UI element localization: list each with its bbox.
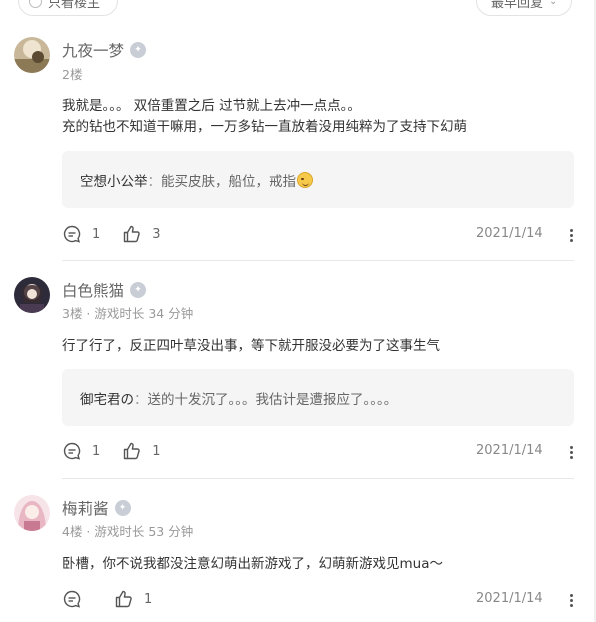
username[interactable]: 九夜一梦 ✦ xyxy=(62,39,147,61)
more-vertical-icon[interactable] xyxy=(566,444,576,461)
like-count: 3 xyxy=(152,226,161,242)
sub-reply[interactable]: 空想小公举 ： 能买皮肤，船位，戒指 xyxy=(62,151,574,208)
filter-bar: 只看楼主 最早回复 ⌄ xyxy=(0,0,596,18)
action-bar: 1 2021/1/14 xyxy=(62,589,582,609)
chevron-down-icon: ⌄ xyxy=(549,0,558,7)
only-op-label: 只看楼主 xyxy=(48,0,101,11)
comment-divider xyxy=(62,478,574,479)
floor-meta: 2楼 xyxy=(62,67,83,82)
sort-label: 最早回复 xyxy=(491,0,544,11)
comment-bubble-icon xyxy=(63,442,81,460)
floor-meta: 3楼 · 游戏时长 34 分钟 xyxy=(62,306,194,321)
comment-line: 充的钻也不知道干嘛用，一万多钻一直放着没用纯粹为了支持下幻萌 xyxy=(62,119,467,135)
action-bar: 1 3 2021/1/14 xyxy=(62,224,582,244)
comment-bubble-icon xyxy=(63,225,81,243)
comment-line: 卧槽，你不说我都没注意幻萌出新游戏了，幻萌新游戏见mua～ xyxy=(62,556,443,572)
thumbs-up-icon xyxy=(115,590,132,608)
username[interactable]: 白色熊猫 ✦ xyxy=(62,279,147,301)
reply-text: 能买皮肤，船位，戒指 xyxy=(161,173,296,190)
avatar[interactable] xyxy=(14,277,50,313)
comment-body: 我就是。。。 双倍重置之后 过节就上去冲一点点。。 充的钻也不知道干嘛用，一万多… xyxy=(62,96,467,138)
username[interactable]: 梅莉酱 ✦ xyxy=(62,497,131,519)
comment-line: 我就是。。。 双倍重置之后 过节就上去冲一点点。。 xyxy=(62,98,361,114)
reply-separator: ： xyxy=(134,391,148,408)
reply-button[interactable]: 1 xyxy=(62,441,100,461)
level-badge-icon: ✦ xyxy=(114,500,131,516)
reply-count: 1 xyxy=(92,443,101,459)
thumbs-up-icon xyxy=(124,225,141,243)
post-date: 2021/1/14 xyxy=(476,226,543,241)
level-badge-icon: ✦ xyxy=(130,282,147,298)
comment-divider xyxy=(62,260,574,261)
more-vertical-icon[interactable] xyxy=(566,592,576,609)
reply-button[interactable] xyxy=(62,589,92,609)
reply-text: 送的十发沉了。。。我估计是遭报应了。。。。 xyxy=(147,391,398,408)
like-button[interactable]: 3 xyxy=(122,224,161,244)
reply-author[interactable]: 空想小公举 xyxy=(80,170,148,190)
radio-icon xyxy=(29,0,42,8)
avatar[interactable] xyxy=(14,495,50,531)
like-button[interactable]: 1 xyxy=(122,441,161,461)
reply-button[interactable]: 1 xyxy=(62,224,100,244)
sort-dropdown[interactable]: 最早回复 ⌄ xyxy=(476,0,572,16)
like-count: 1 xyxy=(144,591,153,607)
reply-author[interactable]: 御宅君の xyxy=(80,388,134,408)
comment-body: 行了行了，反正四叶草没出事，等下就开服没必要为了这事生气 xyxy=(62,336,440,357)
action-bar: 1 1 2021/1/14 xyxy=(62,441,582,461)
floor-meta: 4楼 · 游戏时长 53 分钟 xyxy=(62,524,194,539)
level-badge-icon: ✦ xyxy=(130,42,147,58)
comment-bubble-icon xyxy=(63,590,81,608)
only-op-filter[interactable]: 只看楼主 xyxy=(18,0,118,16)
comment-line: 行了行了，反正四叶草没出事，等下就开服没必要为了这事生气 xyxy=(62,338,440,354)
sub-reply[interactable]: 御宅君の ： 送的十发沉了。。。我估计是遭报应了。。。。 xyxy=(62,369,574,426)
thumbs-up-icon xyxy=(124,442,141,460)
reply-count: 1 xyxy=(92,226,101,242)
post-date: 2021/1/14 xyxy=(476,443,543,458)
avatar[interactable] xyxy=(14,37,50,73)
post-date: 2021/1/14 xyxy=(476,591,543,606)
reply-separator: ： xyxy=(147,173,162,190)
like-count: 1 xyxy=(152,443,161,459)
like-button[interactable]: 1 xyxy=(114,589,152,609)
more-vertical-icon[interactable] xyxy=(566,227,576,244)
smirk-emoji-icon xyxy=(297,171,313,188)
comment-body: 卧槽，你不说我都没注意幻萌出新游戏了，幻萌新游戏见mua～ xyxy=(62,554,443,575)
